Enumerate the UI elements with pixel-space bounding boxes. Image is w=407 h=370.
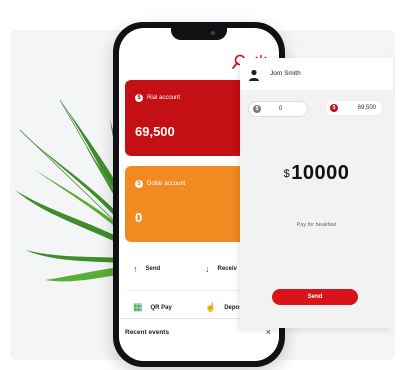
receive-arrow-icon: ↓ [205,264,210,274]
card-amount: 0 [135,210,143,225]
send-arrow-icon: ↑ [133,264,138,274]
card-label: Rial account [147,95,181,101]
send-money-panel: Jom Smith $ 0 $ 69,500 $10000 Pay for be… [240,58,393,328]
send-action[interactable]: ↑ Send [133,264,160,274]
recipient-header[interactable]: Jom Smith [240,58,393,90]
receive-action[interactable]: ↓ Receiv [205,264,237,274]
receive-action-label: Receiv [217,266,237,272]
close-icon[interactable]: × [266,327,271,337]
dollar-badge: $ [253,105,261,113]
rial-balance: 69,500 [357,105,376,111]
qr-pay-label: QR Pay [150,304,172,311]
send-action-label: Send [145,266,161,272]
qr-icon: ▦ [133,302,143,313]
card-label: Dollar account [147,181,186,187]
transfer-note[interactable]: Pay for beakfast [240,222,393,228]
recipient-name: Jom Smith [270,70,301,77]
rial-badge: $ [330,104,338,112]
dollar-balance: 0 [279,106,283,112]
deposit-action[interactable]: ☝ Depos [205,302,243,313]
rial-account-selector[interactable]: $ 69,500 [326,101,382,115]
card-header: $ Dollar account [135,180,185,188]
send-button[interactable]: Send [272,289,358,305]
qr-pay-action[interactable]: ▦ QR Pay [133,302,172,313]
transfer-amount[interactable]: $10000 [240,162,393,185]
currency-badge: $ [135,94,143,102]
user-icon [248,68,260,81]
card-header: $ Rial account [135,94,180,102]
currency-badge: $ [135,180,143,188]
dollar-account-selector[interactable]: $ 0 [248,101,308,117]
recent-events-title: Recent events [125,329,170,336]
phone-notch [171,28,227,40]
card-amount: 69,500 [135,124,175,139]
amount-value: 10000 [291,162,350,184]
currency-symbol: $ [283,168,291,180]
deposit-icon: ☝ [205,302,217,312]
